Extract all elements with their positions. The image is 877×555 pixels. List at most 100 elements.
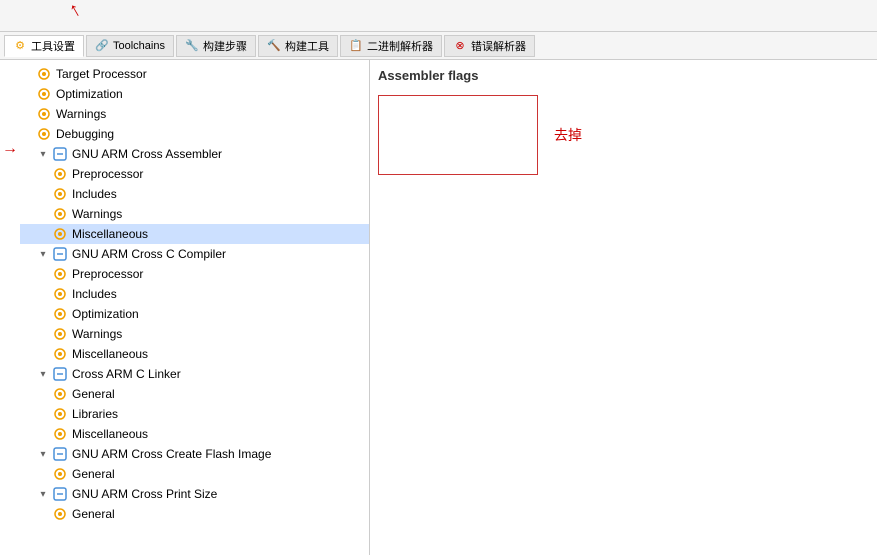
leaf-icon-print-general: [52, 506, 68, 522]
tree-label-gnu-arm-c-compiler: GNU ARM Cross C Compiler: [72, 247, 226, 261]
collapse-icon-c-compiler: ▾: [36, 247, 50, 261]
leaf-icon-asm-warnings: [52, 206, 68, 222]
tree-item-cc-miscellaneous[interactable]: Miscellaneous: [20, 344, 369, 364]
gear-icon: ⚙: [13, 39, 27, 53]
tree-label-cross-arm-linker: Cross ARM C Linker: [72, 367, 181, 381]
leaf-icon-asm-misc: [52, 226, 68, 242]
leaf-icon-cc-preprocessor: [52, 266, 68, 282]
tree-item-cc-includes[interactable]: Includes: [20, 284, 369, 304]
tab-binary-parser[interactable]: 📋 二进制解析器: [340, 35, 442, 57]
tree-label-warnings-root: Warnings: [56, 107, 106, 121]
tree-label-cc-warnings: Warnings: [72, 327, 122, 341]
content-body: 去掉: [378, 95, 869, 175]
binary-icon: 📋: [349, 39, 363, 53]
tab-bar: ⚙ 工具设置 🔗 Toolchains 🔧 构建步骤 🔨 构建工具 📋 二进制解…: [0, 32, 877, 60]
tree-item-flash-general[interactable]: General: [20, 464, 369, 484]
tree-label-target-processor: Target Processor: [56, 67, 147, 81]
tree-panel[interactable]: Target Processor Optimization Warnings D…: [20, 60, 370, 555]
tree-label-print-general: General: [72, 507, 115, 521]
leaf-icon-optimization: [36, 86, 52, 102]
parent-icon-assembler: [52, 146, 68, 162]
tree-item-debugging[interactable]: Debugging: [20, 124, 369, 144]
leaf-icon-asm-preprocessor: [52, 166, 68, 182]
tree-item-linker-libraries[interactable]: Libraries: [20, 404, 369, 424]
tab-toolchains-label: Toolchains: [113, 40, 165, 52]
tab-error-parser[interactable]: ⊗ 错误解析器: [444, 35, 535, 57]
tree-item-asm-includes[interactable]: Includes: [20, 184, 369, 204]
tree-label-optimization: Optimization: [56, 87, 123, 101]
collapse-icon-flash: ▾: [36, 447, 50, 461]
left-arrow-icon: →: [2, 140, 18, 158]
tree-label-asm-miscellaneous: Miscellaneous: [72, 227, 148, 241]
tree-item-asm-preprocessor[interactable]: Preprocessor: [20, 164, 369, 184]
collapse-icon-assembler: ▾: [36, 147, 50, 161]
tree-item-cc-optimization[interactable]: Optimization: [20, 304, 369, 324]
leaf-icon-debugging: [36, 126, 52, 142]
tree-item-warnings-root[interactable]: Warnings: [20, 104, 369, 124]
tree-label-gnu-arm-assembler: GNU ARM Cross Assembler: [72, 147, 222, 161]
tab-build-steps-label: 构建步骤: [203, 38, 247, 54]
tree-item-gnu-arm-c-compiler[interactable]: ▾ GNU ARM Cross C Compiler: [20, 244, 369, 264]
tree-item-gnu-arm-print-size[interactable]: ▾ GNU ARM Cross Print Size: [20, 484, 369, 504]
parent-icon-linker: [52, 366, 68, 382]
tree-item-target-processor[interactable]: Target Processor: [20, 64, 369, 84]
tree-item-asm-warnings[interactable]: Warnings →: [20, 204, 369, 224]
tab-error-parser-label: 错误解析器: [471, 38, 526, 54]
leaf-icon-target: [36, 66, 52, 82]
tree-label-asm-includes: Includes: [72, 187, 117, 201]
leaf-icon-cc-misc: [52, 346, 68, 362]
leaf-icon-cc-includes: [52, 286, 68, 302]
tree-label-linker-general: General: [72, 387, 115, 401]
leaf-icon-linker-general: [52, 386, 68, 402]
leaf-icon-linker-libraries: [52, 406, 68, 422]
leaf-icon-asm-includes: [52, 186, 68, 202]
collapse-icon-print-size: ▾: [36, 487, 50, 501]
error-icon: ⊗: [453, 39, 467, 53]
leaf-icon-flash-general: [52, 466, 68, 482]
tree-item-cross-arm-linker[interactable]: ▾ Cross ARM C Linker: [20, 364, 369, 384]
tool-icon: 🔨: [267, 39, 281, 53]
left-arrow-area: →: [0, 60, 20, 555]
tree-item-linker-general[interactable]: General: [20, 384, 369, 404]
tree-label-cc-optimization: Optimization: [72, 307, 139, 321]
tree-item-cc-preprocessor[interactable]: Preprocessor: [20, 264, 369, 284]
leaf-icon-cc-warnings: [52, 326, 68, 342]
tree-label-asm-warnings: Warnings: [72, 207, 122, 221]
leaf-icon-linker-misc: [52, 426, 68, 442]
tree-label-gnu-arm-print-size: GNU ARM Cross Print Size: [72, 487, 217, 501]
tree-label-asm-preprocessor: Preprocessor: [72, 167, 143, 181]
tree-item-asm-miscellaneous[interactable]: Miscellaneous: [20, 224, 369, 244]
assembler-flags-textarea[interactable]: [378, 95, 538, 175]
tree-item-print-general[interactable]: General: [20, 504, 369, 524]
wrench-icon: 🔧: [185, 39, 199, 53]
tree-item-linker-miscellaneous[interactable]: Miscellaneous: [20, 424, 369, 444]
body-area: → Target Processor Optimization War: [0, 60, 877, 555]
tab-binary-parser-label: 二进制解析器: [367, 38, 433, 54]
tab-tools[interactable]: ⚙ 工具设置: [4, 35, 84, 57]
tree-label-debugging: Debugging: [56, 127, 114, 141]
parent-icon-c-compiler: [52, 246, 68, 262]
tree-label-linker-libraries: Libraries: [72, 407, 118, 421]
tree-item-gnu-arm-flash[interactable]: ▾ GNU ARM Cross Create Flash Image: [20, 444, 369, 464]
content-header: Assembler flags: [378, 68, 869, 87]
leaf-icon-warnings-root: [36, 106, 52, 122]
top-bar: ↑: [0, 0, 877, 32]
tab-build-tools[interactable]: 🔨 构建工具: [258, 35, 338, 57]
tab-build-tools-label: 构建工具: [285, 38, 329, 54]
tab-toolchains[interactable]: 🔗 Toolchains: [86, 35, 174, 57]
leaf-icon-cc-optimization: [52, 306, 68, 322]
chain-icon: 🔗: [95, 39, 109, 53]
tree-item-gnu-arm-assembler[interactable]: ▾ GNU ARM Cross Assembler: [20, 144, 369, 164]
remove-label: 去掉: [554, 125, 582, 145]
parent-icon-print-size: [52, 486, 68, 502]
tab-tools-label: 工具设置: [31, 38, 75, 54]
content-panel: Assembler flags 去掉: [370, 60, 877, 555]
tree-item-optimization[interactable]: Optimization: [20, 84, 369, 104]
parent-icon-flash: [52, 446, 68, 462]
main-container: ↑ ⚙ 工具设置 🔗 Toolchains 🔧 构建步骤 🔨 构建工具 📋 二进…: [0, 0, 877, 555]
top-arrow-icon: ↑: [66, 0, 85, 21]
tree-label-flash-general: General: [72, 467, 115, 481]
tab-build-steps[interactable]: 🔧 构建步骤: [176, 35, 256, 57]
tree-item-cc-warnings[interactable]: Warnings: [20, 324, 369, 344]
tree-label-cc-preprocessor: Preprocessor: [72, 267, 143, 281]
